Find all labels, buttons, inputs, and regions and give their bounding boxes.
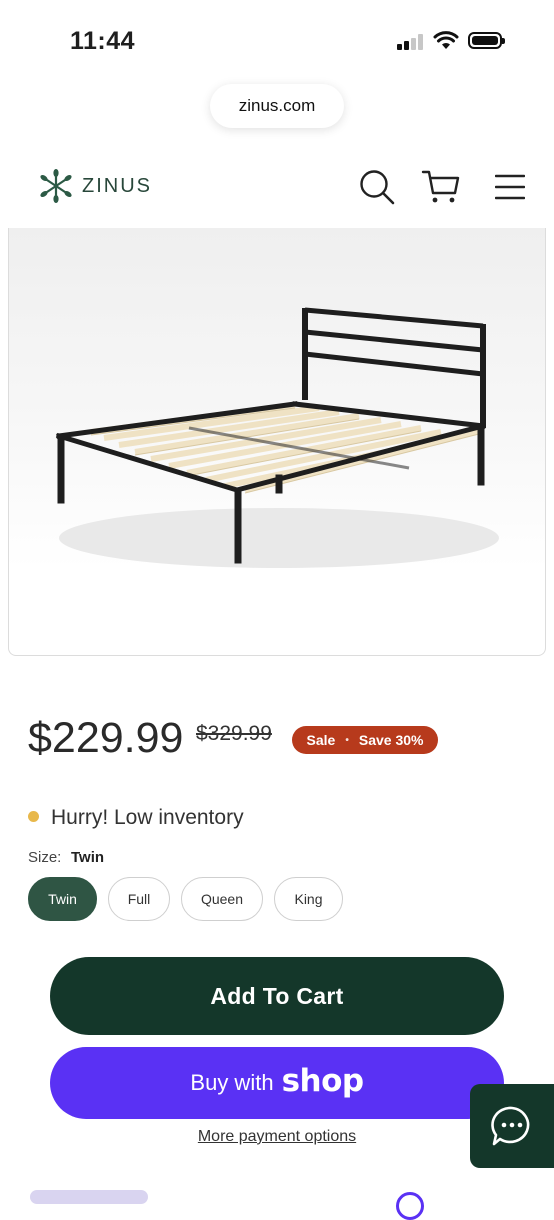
chat-bubble-icon xyxy=(491,1106,530,1146)
compare-at-price: $329.99 xyxy=(196,722,272,745)
cut-off-ring-icon xyxy=(396,1192,424,1220)
buy-with-shop-button[interactable]: Buy with shop xyxy=(50,1047,504,1119)
size-label: Size: xyxy=(28,849,62,866)
size-option-twin[interactable]: Twin xyxy=(28,877,97,921)
size-option-queen[interactable]: Queen xyxy=(181,877,263,921)
status-time: 11:44 xyxy=(70,27,136,55)
menu-icon[interactable] xyxy=(495,174,525,200)
wifi-icon xyxy=(433,31,459,49)
inventory-status: Hurry! Low inventory xyxy=(51,806,244,829)
sale-badge: Sale • Save 30% xyxy=(292,726,438,754)
url-text: zinus.com xyxy=(238,96,316,115)
leaf-logo-icon xyxy=(40,169,72,203)
buy-with-label: Buy with xyxy=(190,1070,274,1095)
save-label: Save 30% xyxy=(358,732,424,748)
shop-logo: shop xyxy=(281,1063,365,1099)
bed-frame-image xyxy=(55,307,499,568)
battery-icon xyxy=(468,32,505,49)
inventory-status-dot-icon xyxy=(28,811,39,822)
cellular-signal-icon xyxy=(397,34,425,50)
chat-button[interactable] xyxy=(470,1084,554,1168)
product-price: $229.99 xyxy=(28,714,184,762)
size-option-king[interactable]: King xyxy=(274,877,343,921)
logo-text: ZINUS xyxy=(82,174,152,197)
url-bar[interactable]: zinus.com xyxy=(210,84,344,128)
add-to-cart-button[interactable]: Add To Cart xyxy=(50,957,504,1035)
more-payment-options-link[interactable]: More payment options xyxy=(198,1128,356,1145)
size-option-full[interactable]: Full xyxy=(108,877,170,921)
cart-icon[interactable] xyxy=(421,168,461,206)
cut-off-badge xyxy=(30,1190,148,1204)
separator-dot-icon: • xyxy=(345,734,349,746)
size-selected-value: Twin xyxy=(71,849,105,866)
search-icon[interactable] xyxy=(358,168,396,206)
sale-label: Sale xyxy=(306,732,336,748)
zinus-logo[interactable]: ZINUS xyxy=(38,168,152,204)
product-image[interactable] xyxy=(8,228,546,656)
